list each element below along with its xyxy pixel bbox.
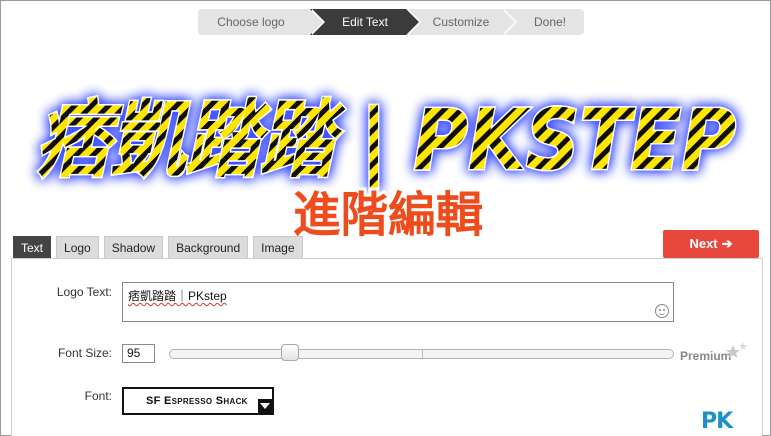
font-label: Font: bbox=[84, 389, 112, 403]
font-size-input[interactable]: 95 bbox=[122, 344, 155, 363]
caption-text: 進階編輯 bbox=[293, 187, 483, 243]
next-button[interactable]: Next ➔ bbox=[663, 230, 759, 258]
watermark-text: PK bbox=[701, 409, 733, 434]
smiley-icon[interactable] bbox=[655, 304, 669, 318]
slider-track[interactable] bbox=[169, 349, 674, 359]
tab-background[interactable]: Background bbox=[168, 236, 249, 258]
logo-text-label: Logo Text: bbox=[56, 285, 112, 299]
logo-preview-svg: 痞凱踏踏 | PKSTEP bbox=[35, 90, 738, 191]
font-select-value: SF Espresso Shack bbox=[146, 395, 248, 407]
logo-preview-text: 痞凱踏踏 | PKSTEP bbox=[36, 91, 736, 189]
next-button-label: Next bbox=[689, 236, 718, 251]
logo-preview: 痞凱踏踏 | PKSTEP bbox=[21, 71, 751, 201]
tab-text[interactable]: Text bbox=[13, 236, 52, 258]
editor-tabs: Text Logo Shadow Background Image bbox=[13, 236, 303, 258]
wizard-steps: Choose logo Edit Text Customize Done! bbox=[198, 9, 584, 35]
tab-image[interactable]: Image bbox=[253, 236, 303, 258]
overlay-caption: 進階編輯 bbox=[283, 183, 493, 246]
tab-logo[interactable]: Logo bbox=[56, 236, 99, 258]
logo-text-input[interactable]: 痞凱踏踏｜PKstep bbox=[122, 282, 674, 322]
font-size-slider[interactable] bbox=[169, 344, 674, 361]
font-select[interactable]: SF Espresso Shack bbox=[122, 387, 274, 415]
logo-text-value: 痞凱踏踏｜PKstep bbox=[128, 289, 227, 303]
font-size-label: Font Size: bbox=[57, 346, 112, 360]
watermark-logo: PK bbox=[701, 409, 767, 434]
premium-stars-icon bbox=[726, 342, 747, 358]
tab-shadow[interactable]: Shadow bbox=[103, 236, 164, 258]
slider-midpoint bbox=[422, 350, 423, 358]
slider-thumb[interactable] bbox=[281, 344, 299, 361]
step-choose-logo[interactable]: Choose logo bbox=[198, 9, 325, 35]
arrow-right-icon: ➔ bbox=[721, 236, 733, 251]
dropdown-arrow-icon[interactable] bbox=[258, 399, 272, 413]
